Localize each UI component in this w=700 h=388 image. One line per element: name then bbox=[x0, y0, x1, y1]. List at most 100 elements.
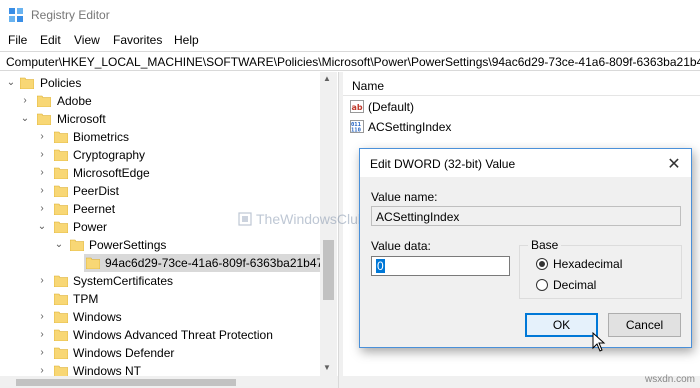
edit-dword-dialog: Edit DWORD (32-bit) Value ✕ Value name: … bbox=[359, 148, 692, 348]
cancel-button[interactable]: Cancel bbox=[608, 313, 681, 337]
dialog-title: Edit DWORD (32-bit) Value bbox=[370, 157, 516, 171]
folder-open-icon bbox=[54, 221, 68, 233]
folder-open-icon bbox=[70, 239, 84, 251]
chevron-down-icon[interactable]: ⌄ bbox=[37, 222, 47, 232]
watermark-logo-icon bbox=[238, 212, 252, 226]
scroll-up-icon[interactable]: ▲ bbox=[323, 74, 331, 83]
tree-node-systemcertificates[interactable]: › SystemCertificates bbox=[0, 272, 320, 290]
dialog-title-bar: Edit DWORD (32-bit) Value ✕ bbox=[360, 149, 691, 177]
radio-hexadecimal-label[interactable]: Hexadecimal bbox=[553, 257, 622, 271]
tree-node-label: TPM bbox=[73, 292, 99, 306]
tree-node-microsoftedge[interactable]: › MicrosoftEdge bbox=[0, 164, 320, 182]
tree-node-windows-defender[interactable]: › Windows Defender bbox=[0, 344, 320, 362]
site-watermark: wsxdn.com bbox=[645, 374, 696, 385]
chevron-right-icon[interactable]: › bbox=[37, 330, 47, 340]
tree-node-cryptography[interactable]: › Cryptography bbox=[0, 146, 320, 164]
value-name: ACSettingIndex bbox=[368, 120, 452, 134]
folder-icon bbox=[54, 167, 68, 179]
address-bar[interactable]: Computer\HKEY_LOCAL_MACHINE\SOFTWARE\Pol… bbox=[0, 51, 700, 71]
chevron-right-icon[interactable]: › bbox=[37, 204, 47, 214]
folder-icon bbox=[54, 131, 68, 143]
binary-value-icon: 011 110 bbox=[350, 120, 364, 133]
folder-icon bbox=[86, 257, 100, 269]
radio-hexadecimal[interactable] bbox=[536, 258, 548, 270]
pane-splitter[interactable] bbox=[338, 72, 343, 388]
close-icon[interactable]: ✕ bbox=[666, 154, 682, 174]
folder-icon bbox=[54, 329, 68, 341]
tree-node-label: 94ac6d29-73ce-41a6-809f-6363ba21b47e bbox=[105, 256, 330, 270]
tree-node-label: Windows Defender bbox=[73, 346, 175, 360]
folder-icon bbox=[54, 185, 68, 197]
column-name-header[interactable]: Name bbox=[352, 79, 384, 93]
string-value-icon: ab bbox=[350, 100, 364, 113]
chevron-right-icon[interactable]: › bbox=[37, 348, 47, 358]
values-header: Name bbox=[343, 72, 700, 96]
folder-open-icon bbox=[20, 77, 34, 89]
chevron-right-icon[interactable]: › bbox=[37, 150, 47, 160]
folder-icon bbox=[54, 347, 68, 359]
ok-button[interactable]: OK bbox=[525, 313, 598, 337]
value-data-text[interactable]: 0 bbox=[376, 259, 385, 273]
value-name-text: ACSettingIndex bbox=[376, 210, 460, 224]
folder-icon bbox=[54, 203, 68, 215]
folder-icon bbox=[54, 275, 68, 287]
key-tree: ⌄ Policies › Adobe ⌄ Microsoft › Biometr… bbox=[0, 72, 338, 388]
tree-scroll-thumb[interactable] bbox=[323, 240, 334, 300]
tree-node-policies[interactable]: ⌄ Policies bbox=[0, 74, 320, 92]
base-label: Base bbox=[528, 238, 562, 252]
menu-favorites[interactable]: Favorites bbox=[113, 33, 162, 47]
tree-node-windows-atp[interactable]: › Windows Advanced Threat Protection bbox=[0, 326, 320, 344]
tree-node-microsoft[interactable]: ⌄ Microsoft bbox=[0, 110, 320, 128]
address-path[interactable]: Computer\HKEY_LOCAL_MACHINE\SOFTWARE\Pol… bbox=[6, 55, 700, 69]
tree-node-label: Power bbox=[73, 220, 108, 234]
tree-node-label: Windows bbox=[73, 310, 122, 324]
tree-node-biometrics[interactable]: › Biometrics bbox=[0, 128, 320, 146]
base-group bbox=[519, 245, 682, 299]
registry-editor-icon bbox=[9, 8, 23, 22]
folder-icon bbox=[37, 95, 51, 107]
tree-node-label: PowerSettings bbox=[89, 238, 167, 252]
tree-node-windows[interactable]: › Windows bbox=[0, 308, 320, 326]
chevron-right-icon[interactable]: › bbox=[37, 312, 47, 322]
tree-node-label: Peernet bbox=[73, 202, 116, 216]
menu-help[interactable]: Help bbox=[174, 33, 199, 47]
tree-node-label: Cryptography bbox=[73, 148, 146, 162]
tree-node-peerdist[interactable]: › PeerDist bbox=[0, 182, 320, 200]
chevron-right-icon[interactable]: › bbox=[37, 168, 47, 178]
value-row-default[interactable]: ab (Default) bbox=[348, 98, 648, 116]
value-row-acsettingindex[interactable]: 011 110 ACSettingIndex bbox=[348, 118, 648, 136]
menu-view[interactable]: View bbox=[74, 33, 100, 47]
tree-node-label: Windows Advanced Threat Protection bbox=[73, 328, 273, 342]
folder-open-icon bbox=[37, 113, 51, 125]
folder-icon bbox=[54, 149, 68, 161]
tree-node-adobe[interactable]: › Adobe bbox=[0, 92, 320, 110]
title-bar: Registry Editor bbox=[0, 0, 700, 30]
chevron-down-icon[interactable]: ⌄ bbox=[54, 240, 64, 250]
chevron-right-icon[interactable]: › bbox=[37, 132, 47, 142]
chevron-right-icon[interactable]: › bbox=[37, 276, 47, 286]
chevron-right-icon[interactable]: › bbox=[37, 366, 47, 376]
chevron-right-icon[interactable]: › bbox=[20, 96, 30, 106]
tree-node-selected-guid[interactable]: 94ac6d29-73ce-41a6-809f-6363ba21b47e bbox=[0, 254, 330, 272]
tree-node-label: PeerDist bbox=[73, 184, 120, 198]
tree-node-label: MicrosoftEdge bbox=[73, 166, 150, 180]
chevron-right-icon[interactable]: › bbox=[37, 186, 47, 196]
menu-edit[interactable]: Edit bbox=[40, 33, 61, 47]
value-data-label: Value data: bbox=[371, 239, 431, 253]
chevron-down-icon[interactable]: ⌄ bbox=[20, 114, 30, 124]
radio-decimal[interactable] bbox=[536, 279, 548, 291]
tree-node-powersettings[interactable]: ⌄ PowerSettings bbox=[0, 236, 320, 254]
tree-hscroll-thumb[interactable] bbox=[16, 379, 236, 386]
tree-node-label: Policies bbox=[40, 76, 82, 90]
value-data-input[interactable]: 0 bbox=[371, 256, 510, 276]
tree-node-tpm[interactable]: TPM bbox=[0, 290, 320, 308]
radio-decimal-label[interactable]: Decimal bbox=[553, 278, 596, 292]
menu-bar: File Edit View Favorites Help bbox=[0, 32, 700, 50]
menu-file[interactable]: File bbox=[8, 33, 27, 47]
mouse-cursor-icon bbox=[592, 332, 606, 352]
scroll-down-icon[interactable]: ▼ bbox=[323, 363, 331, 372]
svg-text:ab: ab bbox=[352, 103, 363, 112]
value-name-field: ACSettingIndex bbox=[371, 206, 681, 226]
chevron-down-icon[interactable]: ⌄ bbox=[6, 78, 16, 88]
watermark-text: TheWindowsClub bbox=[256, 211, 366, 227]
